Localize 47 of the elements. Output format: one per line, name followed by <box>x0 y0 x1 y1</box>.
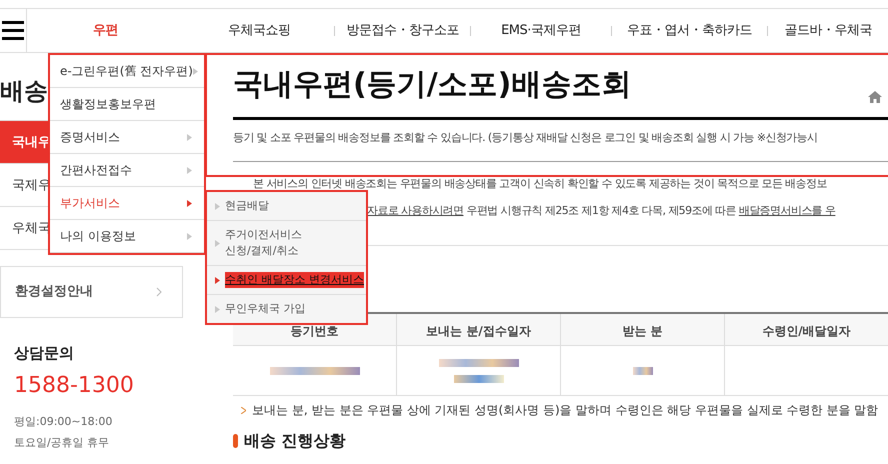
menu-icon[interactable] <box>0 9 27 52</box>
blurred-value <box>454 374 504 382</box>
page-title: 국내우편(등기/소포)배송조회 <box>233 66 632 104</box>
column-header: 보내는 분/접수일자 <box>397 314 561 345</box>
column-header: 받는 분 <box>561 314 725 345</box>
blurred-value <box>632 366 652 374</box>
chevron-right-icon <box>156 287 162 297</box>
chevron-right-icon <box>187 134 192 140</box>
hours-text: 토요일/공휴일 휴무 <box>14 435 110 451</box>
submenu-item[interactable]: 주거이전서비스 신청/결제/취소 <box>207 221 366 266</box>
submenu-item[interactable]: 현금배달 <box>207 192 366 221</box>
settings-guide-card[interactable]: 환경설정안내 <box>0 266 183 318</box>
menu-item[interactable]: 나의 이용정보 <box>50 220 204 253</box>
column-header: 수령인/배달일자 <box>725 314 888 345</box>
menu-item[interactable]: e-그린우편(舊 전자우편) <box>50 55 204 88</box>
menu-item[interactable]: 간편사전접수 <box>50 154 204 187</box>
chevron-right-icon <box>215 276 220 284</box>
chevron-right-icon <box>187 166 192 174</box>
chevron-right-icon <box>215 240 220 246</box>
menu-item[interactable]: 생활정보홍보우편 <box>50 88 204 121</box>
nav-tab[interactable]: EMS·국제우편 <box>471 20 611 40</box>
menu-item[interactable]: 부가서비스 <box>50 187 204 220</box>
submenu-item[interactable]: 수취인 배달장소 변경서비스 <box>207 266 366 295</box>
chevron-right-icon <box>187 232 192 240</box>
section-heading: 배송 진행상황 <box>244 430 346 452</box>
chevron-right-icon <box>192 68 198 74</box>
chevron-right-icon <box>215 306 220 312</box>
menu-item[interactable]: 증명서비스 <box>50 121 204 154</box>
page-description: 등기 및 소포 우편물의 배송정보를 조회할 수 있습니다. (등기통상 재배달 신청은 로그인 및 배송조회 실행 시 가능 ※신청가능시 <box>233 130 888 162</box>
contact-title: 상담문의 <box>14 343 75 364</box>
chevron-right-icon <box>215 202 220 210</box>
home-icon[interactable] <box>868 91 882 103</box>
phone-number: 1588-1300 <box>14 372 135 400</box>
chevron-right-icon <box>187 200 192 206</box>
nav-tab[interactable]: 방문접수・창구소포 <box>335 20 470 40</box>
notice-link[interactable]: 자료로 사용하시려면 <box>367 204 464 216</box>
notice-link[interactable]: 배달증명서비스를 우 <box>738 204 836 216</box>
nav-tab[interactable]: 우체국쇼핑 <box>184 20 334 40</box>
nav-tab[interactable]: 우표・엽서・축하카드 <box>612 20 767 40</box>
sidebar-title: 배송 <box>0 76 48 105</box>
nav-tab[interactable]: 골드바・우체국 <box>768 20 888 40</box>
hours-text: 평일:09:00~18:00 <box>14 414 114 430</box>
nav-tab[interactable]: 우편 <box>27 20 184 40</box>
note-text: 보내는 분, 받는 분은 우편물 상에 기재된 성명(회사명 등)을 말하며 수령인은 해당 우편물을 실제로 수령한 분을 말함 <box>252 402 878 419</box>
bullet-icon <box>241 406 246 414</box>
notice-text: 본 서비스의 인터넷 배송조회는 우편물의 배송상태를 고객이 신속히 확인할 수 있도록 제공하는 것이 목적으로 모든 배송정보 <box>253 176 828 192</box>
section-marker-icon <box>233 434 238 448</box>
